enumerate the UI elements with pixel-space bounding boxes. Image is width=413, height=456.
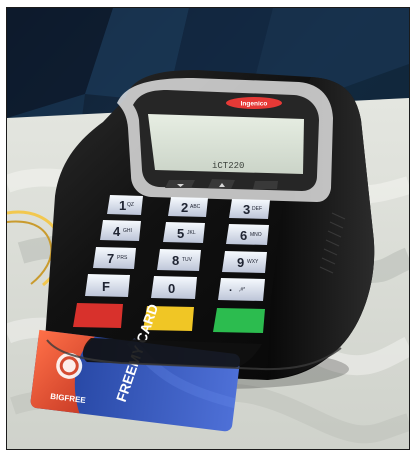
- key-7-sub-label: PRS: [117, 255, 128, 261]
- key-8-main-label: 8: [172, 253, 179, 268]
- key-f-main-label: F: [102, 279, 110, 294]
- key-6-main-label: 6: [240, 228, 247, 243]
- key-7[interactable]: 7 PRS: [93, 247, 136, 269]
- key-3-main-label: 3: [243, 202, 250, 217]
- key-8-sub-label: TUV: [182, 257, 193, 263]
- key-0[interactable]: 0: [151, 276, 197, 299]
- key-3[interactable]: 3 DEF: [229, 199, 270, 219]
- key-7-main-label: 7: [107, 251, 114, 266]
- cancel-key[interactable]: [73, 303, 123, 328]
- key-2-sub-label: ABC: [190, 204, 201, 210]
- key-2-main-label: 2: [181, 200, 188, 215]
- key-5-sub-label: JKL: [187, 230, 196, 236]
- key-symbols-sub-label: ,#*: [239, 287, 245, 293]
- key-1-sub-label: QZ: [127, 202, 134, 208]
- key-f[interactable]: F: [85, 274, 130, 297]
- key-9-sub-label: WXY: [247, 259, 259, 265]
- key-9-main-label: 9: [237, 255, 244, 270]
- key-symbols[interactable]: · ,#*: [218, 278, 265, 301]
- key-2[interactable]: 2 ABC: [168, 197, 208, 217]
- key-4-sub-label: GHI: [123, 228, 132, 234]
- photo-frame: Ingenico iCT220 1 QZ 2 ABC 3 DEF 4 GHI 5…: [6, 7, 410, 450]
- key-1[interactable]: 1 QZ: [107, 195, 143, 215]
- key-9[interactable]: 9 WXY: [222, 251, 267, 273]
- key-4-main-label: 4: [113, 224, 121, 239]
- key-5[interactable]: 5 JKL: [163, 222, 205, 243]
- terminal-model-label: iCT220: [212, 161, 244, 171]
- terminal-photo: Ingenico iCT220 1 QZ 2 ABC 3 DEF 4 GHI 5…: [7, 8, 409, 449]
- key-6[interactable]: 6 MNO: [226, 224, 269, 245]
- key-6-sub-label: MNO: [250, 232, 262, 238]
- brand-logo-text: Ingenico: [241, 101, 268, 108]
- key-3-sub-label: DEF: [252, 206, 262, 212]
- key-5-main-label: 5: [177, 226, 184, 241]
- key-4[interactable]: 4 GHI: [100, 220, 141, 241]
- key-1-main-label: 1: [119, 198, 126, 213]
- key-8[interactable]: 8 TUV: [157, 249, 201, 271]
- enter-key[interactable]: [213, 308, 265, 333]
- nav-key-right[interactable]: [253, 181, 278, 189]
- key-symbols-main-label: ·: [229, 285, 233, 297]
- key-0-main-label: 0: [168, 281, 175, 296]
